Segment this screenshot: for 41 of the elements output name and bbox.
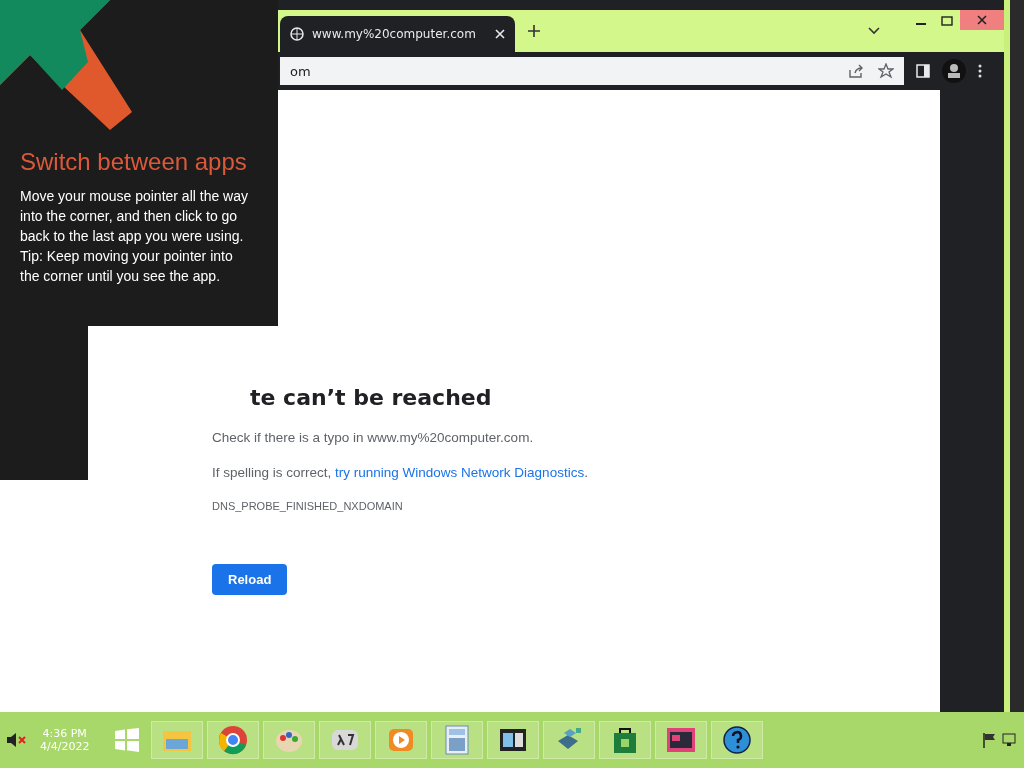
new-tab-button[interactable]	[527, 24, 541, 38]
taskbar-app-button[interactable]	[711, 721, 764, 759]
close-button[interactable]	[960, 10, 1004, 30]
clock-date: 4/4/2022	[40, 740, 90, 753]
profile-icon[interactable]	[942, 59, 966, 83]
help-icon	[722, 725, 753, 755]
tip-text: Tip: Keep moving your pointer into the corner until you see the app.	[20, 247, 234, 286]
diagnostics-hint: If spelling is correct, try running Windows Network Diagnostics.	[212, 465, 589, 480]
tab-title: www.my%20computer.com	[312, 27, 477, 41]
taskbar-app-button[interactable]	[655, 721, 708, 759]
close-icon	[977, 15, 987, 25]
windows-logo-icon	[114, 727, 141, 753]
browser-icon	[218, 725, 249, 755]
minimize-icon	[916, 23, 926, 25]
error-heading: te can’t be reached	[250, 385, 493, 410]
muted-speaker-icon[interactable]	[6, 732, 28, 748]
taskbar-app-button[interactable]	[487, 721, 540, 759]
window-icon	[498, 727, 529, 753]
tip-text: Move your mouse pointer all the way into the corner, and then click to go back to the last app you were using.	[20, 187, 248, 246]
tip-title: Switch between apps	[20, 148, 248, 176]
reload-button[interactable]: Reload	[212, 564, 288, 595]
close-tab-button[interactable]	[495, 29, 505, 39]
side-panel-icon[interactable]	[916, 64, 930, 78]
globe-icon	[290, 27, 304, 41]
clock-time: 4:36 PM	[42, 727, 87, 740]
menu-icon[interactable]	[978, 64, 982, 78]
newspaper-icon	[666, 727, 697, 753]
share-icon	[848, 64, 864, 78]
math-icon	[330, 727, 361, 753]
taskbar-app-button[interactable]	[319, 721, 372, 759]
typo-hint: Check if there is a typo in www.my%20computer.com.	[212, 430, 535, 445]
maximize-icon	[941, 16, 953, 26]
network-icon[interactable]	[1002, 732, 1018, 748]
address-text: om	[290, 63, 312, 79]
error-code: DNS_PROBE_FINISHED_NXDOMAIN	[212, 500, 404, 512]
tab-search-button[interactable]	[868, 27, 880, 35]
flag-icon[interactable]	[982, 732, 998, 748]
address-bar[interactable]: om	[280, 57, 904, 85]
calculator-icon	[444, 725, 471, 755]
browser-tab[interactable]: www.my%20computer.com	[280, 16, 515, 52]
star-icon	[878, 63, 894, 79]
